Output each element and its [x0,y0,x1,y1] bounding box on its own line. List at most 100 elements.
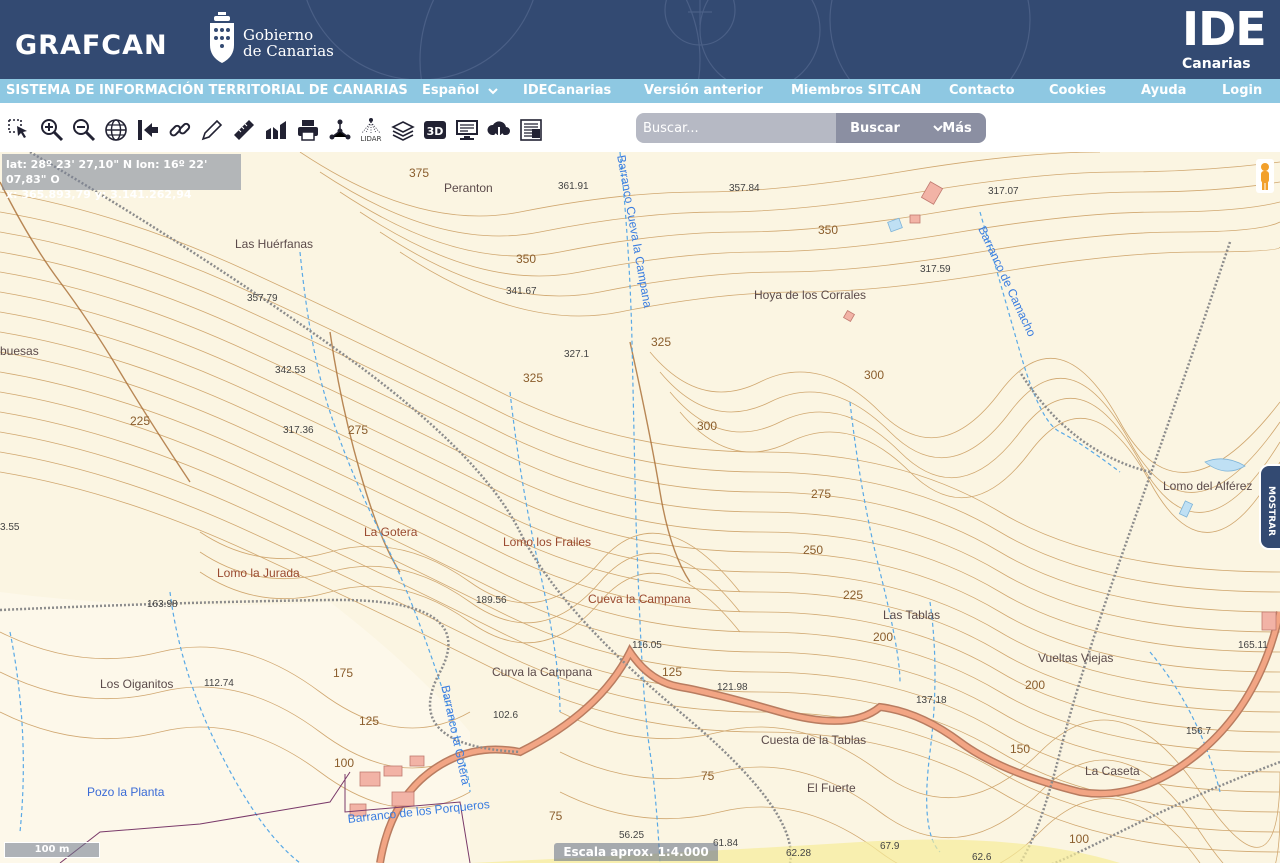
spot-height: 357.79 [247,293,278,304]
ruler-icon[interactable] [231,117,257,143]
contour-label: 225 [130,414,151,428]
place-label: La Caseta [1085,764,1140,778]
place-label: buesas [0,344,39,358]
place-label: Cuesta de la Tablas [761,733,867,747]
contour-label: 325 [651,335,672,349]
place-label: Pozo la Planta [87,785,165,799]
monitor-icon[interactable] [454,117,480,143]
place-label: Los Oiganitos [100,677,174,691]
globe-icon[interactable] [103,117,129,143]
contour-label: 275 [348,423,369,437]
gobierno-line1: Gobierno [243,26,314,44]
spot-height: 102.6 [493,710,519,721]
document-icon[interactable] [518,117,544,143]
gobierno-canarias-text: Gobierno de Canarias [243,27,334,59]
network-icon[interactable] [327,117,353,143]
contour-label: 175 [333,666,354,680]
contour-label: 200 [873,630,894,644]
chevron-down-icon[interactable] [488,86,498,96]
show-panel-tab[interactable]: MOSTRAR [1259,464,1280,550]
spot-height: 121.98 [717,682,748,693]
spot-height: 165.11 [1238,640,1268,651]
contour-label: 300 [864,368,885,382]
place-label: Lomo la Jurada [217,566,300,580]
place-label: Hoya de los Corrales [754,288,867,302]
streetview-pegman-icon[interactable] [1256,159,1274,193]
spot-height: 62.6 [972,852,992,863]
more-button[interactable]: Más [914,113,986,143]
spot-height: 62.28 [786,848,812,859]
nav-title[interactable]: SISTEMA DE INFORMACIÓN TERRITORIAL DE CA… [6,83,408,98]
contour-label: 275 [811,487,832,501]
place-label: El Fuerte [807,781,856,795]
map-view[interactable]: lat: 28º 23' 27,10" N lon: 16º 22' 07,83… [0,152,1280,863]
ide-canarias-logo[interactable]: IDE Canarias [1180,2,1267,72]
layers-icon[interactable] [390,117,416,143]
link-icon[interactable] [167,117,193,143]
contour-label: 375 [409,166,430,180]
search-input[interactable] [636,113,836,143]
place-label: Vueltas Viejas [1038,651,1114,665]
spot-height: 317.36 [283,425,314,436]
contour-label: 300 [697,419,718,433]
spot-height: 137.18 [916,695,947,706]
top-navbar: SISTEMA DE INFORMACIÓN TERRITORIAL DE CA… [0,79,1280,103]
zoom-in-icon[interactable] [39,117,65,143]
coords-latlon: lat: 28º 23' 27,10" N lon: 16º 22' 07,83… [6,158,208,186]
spot-height: 56.25 [619,830,645,841]
spot-height: 361.91 [558,181,589,192]
spot-height: 67.9 [880,841,900,852]
grafcan-logo[interactable]: GRAFCAN [15,30,168,61]
search-button[interactable]: Buscar [836,113,914,143]
place-label: Peranton [444,181,493,195]
place-label: Las Huérfanas [235,237,314,251]
contour-label: 100 [334,756,355,770]
3d-icon[interactable]: 3D [422,117,448,143]
svg-text:3D: 3D [427,125,444,138]
place-label: Curva la Campana [492,665,593,679]
profile-chart-icon[interactable] [263,117,289,143]
nav-version-anterior[interactable]: Versión anterior [644,83,763,98]
contour-label: 100 [1069,832,1090,846]
contour-label: 200 [1025,678,1046,692]
pencil-icon[interactable] [199,117,225,143]
nav-login[interactable]: Login [1222,83,1262,98]
coordinates-readout: lat: 28º 23' 27,10" N lon: 16º 22' 07,83… [2,154,241,201]
exit-icon[interactable] [135,117,161,143]
contour-label: 225 [843,588,864,602]
scale-text: Escala aprox. 1:4.000 [554,843,718,861]
chevron-down-icon[interactable] [933,123,943,133]
cloud-download-icon[interactable] [486,117,512,143]
show-panel-label: MOSTRAR [1266,486,1276,537]
nav-ayuda[interactable]: Ayuda [1141,83,1186,98]
spot-height: 163.98 [147,599,178,610]
spot-height: 156.7 [1186,726,1212,737]
zoom-out-icon[interactable] [71,117,97,143]
spot-height: 317.59 [920,264,951,275]
place-label: La Gotera [364,525,418,539]
coords-xy: x: 365.893,79 y: 3.141.262,94 [6,188,192,201]
select-icon[interactable] [6,117,32,143]
spot-height: 112.74 [204,678,234,689]
print-icon[interactable] [295,117,321,143]
ide-logo-subtext: Canarias [1182,56,1251,72]
nav-contacto[interactable]: Contacto [949,83,1015,98]
gobierno-line2: de Canarias [243,42,334,60]
contour-label: 250 [803,543,824,557]
place-label: Las Tablas [883,608,941,622]
site-header: GRAFCAN Gobierno de Canarias IDE Canaria… [0,0,1280,79]
place-label: Cueva la Campana [588,592,691,606]
spot-height: 357.84 [729,183,760,194]
place-label: Lomo los Frailes [503,535,592,549]
nav-miembros-sitcan[interactable]: Miembros SITCAN [791,83,921,98]
scale-bar: 100 m [4,842,100,858]
header-decoration [306,0,1031,79]
contour-label: 150 [1010,742,1031,756]
lidar-icon[interactable]: LIDAR [358,117,384,143]
nav-cookies[interactable]: Cookies [1049,83,1106,98]
lidar-label: LIDAR [360,135,382,143]
nav-idecanarias[interactable]: IDECanarias [523,83,611,98]
ide-logo-text: IDE [1182,2,1267,56]
contour-label: 350 [818,223,839,237]
language-select[interactable]: Español [422,83,479,98]
